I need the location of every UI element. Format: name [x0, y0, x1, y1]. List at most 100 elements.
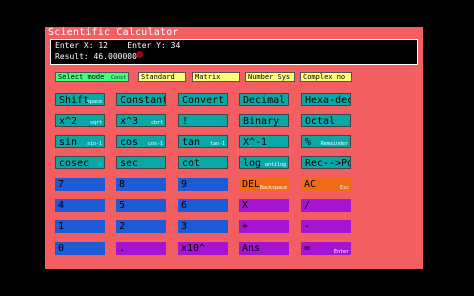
key-cos-button[interactable]: cos cos-1 — [116, 135, 166, 148]
key-label: tan — [182, 137, 201, 148]
key-decimal-button[interactable]: Decimal — [239, 93, 289, 106]
key-sublabel: Remainder — [320, 141, 348, 147]
input-row: Enter X: 12 Enter Y: 34 — [55, 40, 417, 51]
key-sublabel: space — [86, 99, 102, 105]
mode-matrix-button[interactable]: Matrix — [192, 72, 240, 82]
key-sublabel: cos-1 — [147, 141, 163, 147]
key-label: Ans — [242, 243, 261, 254]
key-key-1-2-button[interactable]: ! — [178, 114, 228, 127]
key-x-1-button[interactable]: X^-1 — [239, 135, 289, 148]
key-label: X^-1 — [243, 137, 268, 148]
key-label: x^2 — [59, 116, 78, 127]
window-title: Scientific Calculator — [48, 27, 179, 38]
key-key-6-3-button[interactable]: + — [239, 220, 289, 233]
key-label: 1 — [58, 221, 65, 232]
key-x-2-button[interactable]: x^2 sqrt — [55, 114, 105, 127]
calculator-window: Scientific Calculator Enter X: 12 Enter … — [45, 27, 423, 269]
key-label: . — [119, 243, 126, 254]
key-key-6-4-button[interactable]: - — [301, 220, 351, 233]
y-label: Enter Y: — [127, 41, 166, 50]
key-log-button[interactable]: log antilog — [239, 156, 289, 169]
key-binary-button[interactable]: Binary — [239, 114, 289, 127]
key-sublabel: sqrt — [89, 120, 102, 126]
key-label: Octal — [305, 116, 336, 127]
mode-select-label: Select mode — [58, 73, 105, 81]
key-label: - — [304, 221, 311, 232]
key-label: cot — [182, 158, 201, 169]
key-label: AC — [304, 179, 317, 190]
key-sin-button[interactable]: sin sin-1 — [55, 135, 105, 148]
key-x-button[interactable]: X — [239, 199, 289, 212]
key-sublabel: Esc — [339, 185, 349, 191]
key-8-button[interactable]: 8 — [116, 178, 166, 191]
key-label: % — [305, 137, 312, 148]
key-x-3-button[interactable]: x^3 cbrt — [116, 114, 166, 127]
mode-complex-label: Complex no — [303, 73, 346, 81]
key-6-button[interactable]: 6 — [178, 199, 228, 212]
key-label: DEL — [242, 179, 261, 190]
key-label: Decimal — [243, 95, 286, 106]
key-label: x10^ — [181, 243, 206, 254]
key-sec-button[interactable]: sec — [116, 156, 166, 169]
key-convert-button[interactable]: Convert — [178, 93, 228, 106]
key-label: 4 — [58, 200, 65, 211]
key-tan-button[interactable]: tan tan-1 — [178, 135, 228, 148]
result-value: 46.000000 — [93, 52, 137, 61]
y-value: 34 — [170, 41, 181, 50]
key-label: 3 — [181, 221, 188, 232]
key-label: 0 — [58, 243, 65, 254]
key-ac-button[interactable]: AC Esc — [301, 178, 351, 191]
key-label: 5 — [119, 200, 126, 211]
key-cosec-button[interactable]: cosec — [55, 156, 105, 169]
key-label: 9 — [181, 179, 188, 190]
key-octal-button[interactable]: Octal — [301, 114, 351, 127]
key-key-5-4-button[interactable]: / — [301, 199, 351, 212]
key-9-button[interactable]: 9 — [178, 178, 228, 191]
key-hexa-dec-button[interactable]: Hexa-dec — [301, 93, 351, 106]
key-label: x^3 — [120, 116, 139, 127]
key-shift-button[interactable]: Shift space — [55, 93, 105, 106]
key-3-button[interactable]: 3 — [178, 220, 228, 233]
key-rec-pol-button[interactable]: Rec-->Pol — [301, 156, 351, 169]
result-label: Result: — [55, 52, 89, 61]
key-key-2-4-button[interactable]: % Remainder — [301, 135, 351, 148]
key-label: + — [242, 221, 249, 232]
key-label: sec — [120, 158, 139, 169]
key-7-button[interactable]: 7 — [55, 178, 105, 191]
key-label: 2 — [119, 221, 126, 232]
key-label: sin — [59, 137, 78, 148]
key-0-button[interactable]: 0 — [55, 242, 105, 255]
key-cot-button[interactable]: cot — [178, 156, 228, 169]
result-row: Result: 46.000000 — [55, 51, 417, 62]
key-label: ! — [182, 116, 189, 127]
key-constant-button[interactable]: Constant — [116, 93, 166, 106]
key-2-button[interactable]: 2 — [116, 220, 166, 233]
key-key-7-1-button[interactable]: . — [116, 242, 166, 255]
key-label: Convert — [182, 95, 225, 106]
mode-number-sys-button[interactable]: Number Sys — [245, 72, 295, 82]
key-1-button[interactable]: 1 — [55, 220, 105, 233]
key-label: / — [304, 200, 311, 211]
key-ans-button[interactable]: Ans — [239, 242, 289, 255]
key-label: log — [243, 158, 262, 169]
key-label: Binary — [243, 116, 280, 127]
key-sublabel: Backspace — [259, 185, 287, 191]
key-sublabel: cbrt — [150, 120, 163, 126]
mode-standard-button[interactable]: Standard — [138, 72, 186, 82]
selected-mode-indicator — [136, 51, 143, 58]
key-5-button[interactable]: 5 — [116, 199, 166, 212]
key-label: Hexa-dec — [305, 95, 351, 106]
key-key-7-4-button[interactable]: = Enter — [301, 242, 351, 255]
key-x10-button[interactable]: x10^ — [178, 242, 228, 255]
key-label: cosec — [59, 158, 90, 169]
x-value: 12 — [98, 41, 108, 50]
mode-select-sub: Const — [110, 75, 126, 81]
key-label: 8 — [119, 179, 126, 190]
display-screen: Enter X: 12 Enter Y: 34 Result: 46.00000… — [50, 39, 418, 65]
key-label: 6 — [181, 200, 188, 211]
mode-select-button[interactable]: Select mode Const — [55, 72, 129, 82]
key-del-button[interactable]: DEL Backspace — [239, 178, 289, 191]
mode-complex-button[interactable]: Complex no — [300, 72, 352, 82]
key-4-button[interactable]: 4 — [55, 199, 105, 212]
mode-standard-label: Standard — [141, 73, 175, 81]
